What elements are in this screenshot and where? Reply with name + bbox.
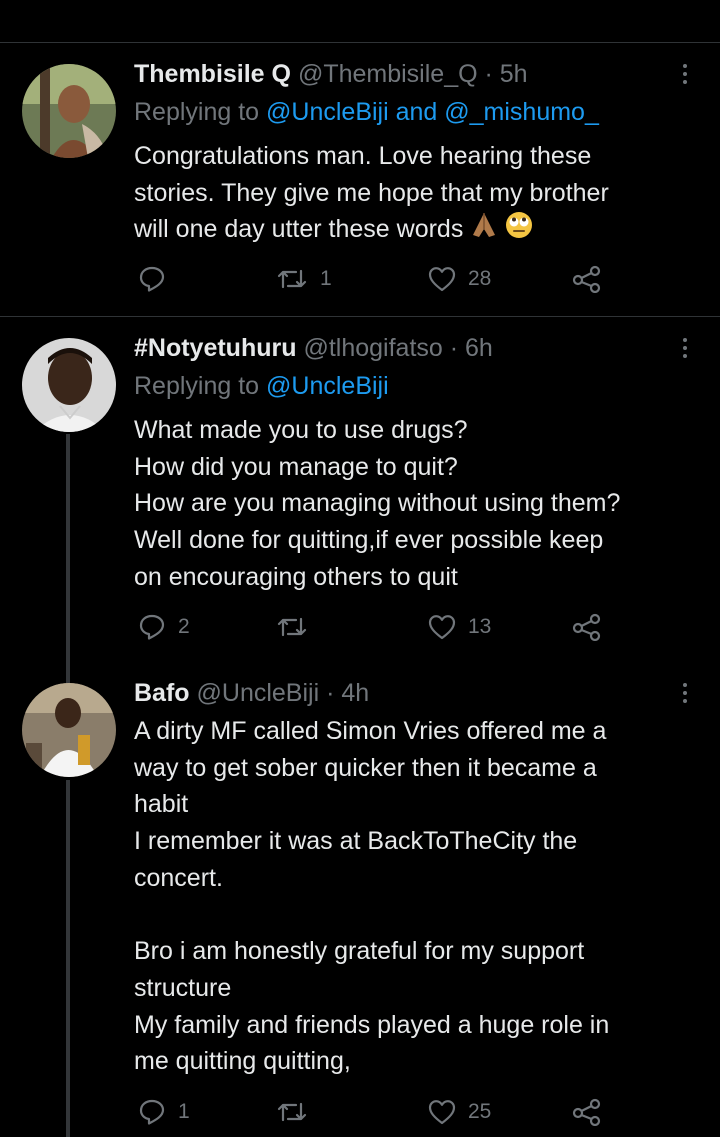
tweet-notyetuhuru[interactable]: #Notyetuhuru @tlhogifatso · 6h Replying … (0, 332, 720, 652)
folded-hands-icon (469, 211, 499, 250)
share-button[interactable] (572, 264, 602, 294)
like-button[interactable]: 25 (428, 1097, 491, 1127)
tweet-actions: 1 28 (134, 264, 614, 294)
replying-to-label: Replying to (134, 98, 260, 126)
timestamp[interactable]: 4h (341, 679, 369, 707)
more-icon[interactable] (678, 683, 692, 703)
tweet-text: Congratulations man. Love hearing these … (134, 138, 694, 250)
share-button[interactable] (572, 1097, 602, 1127)
separator-dot: · (484, 60, 493, 88)
retweet-count: 1 (320, 267, 332, 290)
like-button[interactable]: 13 (428, 612, 491, 642)
tweet-header: #Notyetuhuru @tlhogifatso · 6h (134, 332, 493, 364)
tweet-text: A dirty MF called Simon Vries offered me… (134, 717, 610, 1076)
tweet-actions: 1 25 (134, 1097, 614, 1127)
tweet-divider (0, 316, 720, 317)
user-handle[interactable]: @tlhogifatso (303, 334, 442, 362)
more-icon[interactable] (678, 338, 692, 358)
tweet-text: What made you to use drugs? How did you … (134, 416, 621, 591)
replying-to-label: Replying to (134, 372, 260, 400)
reply-button[interactable] (138, 264, 178, 294)
avatar[interactable] (22, 64, 116, 158)
avatar[interactable] (22, 683, 116, 777)
tweet-header: Bafo @UncleBiji · 4h (134, 677, 369, 709)
more-icon[interactable] (678, 64, 692, 84)
top-divider (0, 42, 720, 43)
tweet-text-content: Congratulations man. Love hearing these … (134, 142, 609, 244)
reply-count: 1 (178, 1100, 190, 1123)
user-handle[interactable]: @UncleBiji (197, 679, 320, 707)
separator-dot: · (326, 679, 335, 707)
reply-mentions[interactable]: @UncleBiji and @_mishumo_ (266, 98, 599, 126)
share-icon (572, 265, 601, 293)
like-button[interactable]: 28 (428, 264, 491, 294)
retweet-button[interactable] (276, 1097, 320, 1127)
retweet-button[interactable] (276, 612, 320, 642)
timestamp[interactable]: 5h (500, 60, 528, 88)
share-icon (572, 613, 601, 641)
reply-mentions[interactable]: @UncleBiji (266, 372, 389, 400)
heart-icon (428, 267, 456, 292)
replying-to: Replying to @UncleBiji and @_mishumo_ (134, 96, 599, 128)
retweet-icon (277, 617, 307, 637)
retweet-icon (277, 269, 307, 289)
separator-dot: · (449, 334, 459, 362)
tweet-header: Thembisile Q @Thembisile_Q · 5h (134, 58, 528, 90)
like-count: 25 (468, 1100, 492, 1123)
like-count: 28 (468, 267, 492, 290)
reply-icon (139, 1099, 165, 1125)
tweet-actions: 2 13 (134, 612, 614, 642)
retweet-button[interactable]: 1 (276, 264, 332, 294)
reply-icon (139, 266, 165, 292)
reply-button[interactable]: 1 (138, 1097, 190, 1127)
display-name[interactable]: Thembisile Q (134, 60, 291, 88)
tweet-bafo[interactable]: Bafo @UncleBiji · 4h A dirty MF called S… (0, 677, 720, 1137)
display-name[interactable]: Bafo (134, 679, 190, 707)
share-button[interactable] (572, 612, 602, 642)
heart-icon (428, 1100, 456, 1125)
retweet-icon (277, 1102, 307, 1122)
avatar[interactable] (22, 338, 116, 432)
face-with-rolling-eyes-icon (505, 211, 533, 250)
user-handle[interactable]: @Thembisile_Q (298, 60, 478, 88)
timestamp[interactable]: 6h (465, 334, 493, 362)
reply-count: 2 (178, 615, 190, 638)
replying-to: Replying to @UncleBiji (134, 370, 389, 402)
display-name[interactable]: #Notyetuhuru (134, 334, 297, 362)
reply-button[interactable]: 2 (138, 612, 190, 642)
like-count: 13 (468, 615, 492, 638)
tweet-thembisile[interactable]: Thembisile Q @Thembisile_Q · 5h Replying… (0, 58, 720, 316)
share-icon (572, 1098, 601, 1126)
heart-icon (428, 615, 456, 640)
reply-icon (139, 614, 165, 640)
